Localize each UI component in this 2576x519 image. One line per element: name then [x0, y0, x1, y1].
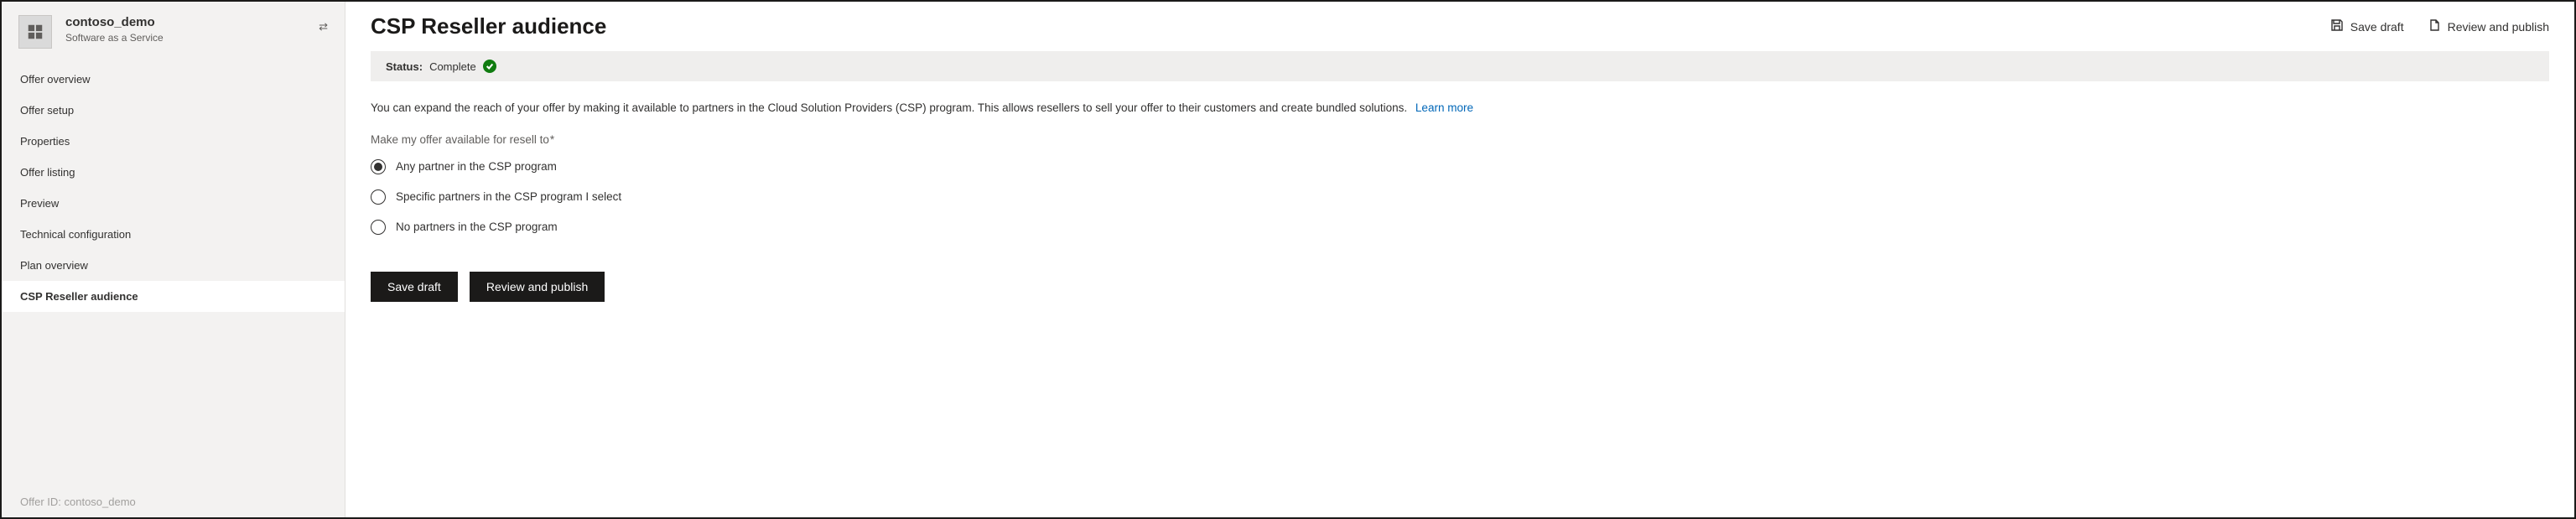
resell-radio-group: Any partner in the CSP program Specific …: [371, 159, 2549, 235]
offer-subtitle: Software as a Service: [65, 32, 305, 44]
sidebar-item-plan-overview[interactable]: Plan overview: [2, 250, 345, 281]
required-mark: *: [550, 133, 554, 146]
radio-icon: [371, 220, 386, 235]
radio-any-partner[interactable]: Any partner in the CSP program: [371, 159, 2549, 174]
sidebar-item-offer-overview[interactable]: Offer overview: [2, 64, 345, 95]
top-actions: Save draft Review and publish: [2330, 18, 2549, 34]
bottom-buttons: Save draft Review and publish: [371, 272, 2549, 302]
sidebar-item-label: Offer listing: [20, 166, 75, 179]
sidebar-nav: Offer overview Offer setup Properties Of…: [2, 64, 345, 312]
description-text: You can expand the reach of your offer b…: [371, 101, 1407, 114]
radio-label: No partners in the CSP program: [396, 221, 558, 233]
sidebar-item-offer-listing[interactable]: Offer listing: [2, 157, 345, 188]
sidebar-item-label: Plan overview: [20, 259, 88, 272]
sidebar-item-technical-configuration[interactable]: Technical configuration: [2, 219, 345, 250]
main-content: CSP Reseller audience Save draft Review …: [345, 2, 2574, 517]
learn-more-link[interactable]: Learn more: [1415, 101, 1473, 114]
radio-label: Any partner in the CSP program: [396, 160, 557, 173]
offer-title: contoso_demo: [65, 15, 305, 30]
status-value: Complete: [429, 60, 476, 73]
review-publish-top-label: Review and publish: [2448, 20, 2549, 34]
sidebar-item-csp-reseller-audience[interactable]: CSP Reseller audience: [2, 281, 345, 312]
radio-specific-partners[interactable]: Specific partners in the CSP program I s…: [371, 189, 2549, 205]
radio-label: Specific partners in the CSP program I s…: [396, 190, 621, 203]
page-title: CSP Reseller audience: [371, 13, 606, 39]
sidebar-item-label: Properties: [20, 135, 70, 148]
save-draft-top-button[interactable]: Save draft: [2330, 18, 2404, 34]
radio-icon: [371, 159, 386, 174]
sidebar-item-label: CSP Reseller audience: [20, 290, 138, 303]
publish-icon: [2428, 18, 2441, 34]
sidebar-item-offer-setup[interactable]: Offer setup: [2, 95, 345, 126]
save-draft-button[interactable]: Save draft: [371, 272, 458, 302]
status-bar: Status: Complete: [371, 51, 2549, 81]
topbar: CSP Reseller audience Save draft Review …: [371, 13, 2549, 39]
sidebar-item-label: Offer overview: [20, 73, 91, 86]
review-publish-top-button[interactable]: Review and publish: [2428, 18, 2549, 34]
sidebar-item-label: Preview: [20, 197, 59, 210]
sidebar-item-preview[interactable]: Preview: [2, 188, 345, 219]
check-complete-icon: [483, 60, 496, 73]
offer-id-footer: Offer ID: contoso_demo: [2, 486, 345, 517]
save-icon: [2330, 18, 2344, 34]
review-publish-button[interactable]: Review and publish: [470, 272, 605, 302]
radio-no-partners[interactable]: No partners in the CSP program: [371, 220, 2549, 235]
resell-field-label: Make my offer available for resell to*: [371, 133, 2549, 146]
sidebar-item-label: Offer setup: [20, 104, 74, 117]
status-label: Status:: [386, 60, 423, 73]
field-label-text: Make my offer available for resell to: [371, 133, 549, 146]
sidebar-item-label: Technical configuration: [20, 228, 131, 241]
sidebar-item-properties[interactable]: Properties: [2, 126, 345, 157]
save-draft-top-label: Save draft: [2350, 20, 2404, 34]
sidebar-header: contoso_demo Software as a Service ⇄: [2, 2, 345, 64]
offer-type-icon: [18, 15, 52, 49]
swap-icon[interactable]: ⇄: [319, 15, 328, 34]
radio-icon: [371, 189, 386, 205]
sidebar: contoso_demo Software as a Service ⇄ Off…: [2, 2, 345, 517]
description: You can expand the reach of your offer b…: [371, 100, 2549, 117]
